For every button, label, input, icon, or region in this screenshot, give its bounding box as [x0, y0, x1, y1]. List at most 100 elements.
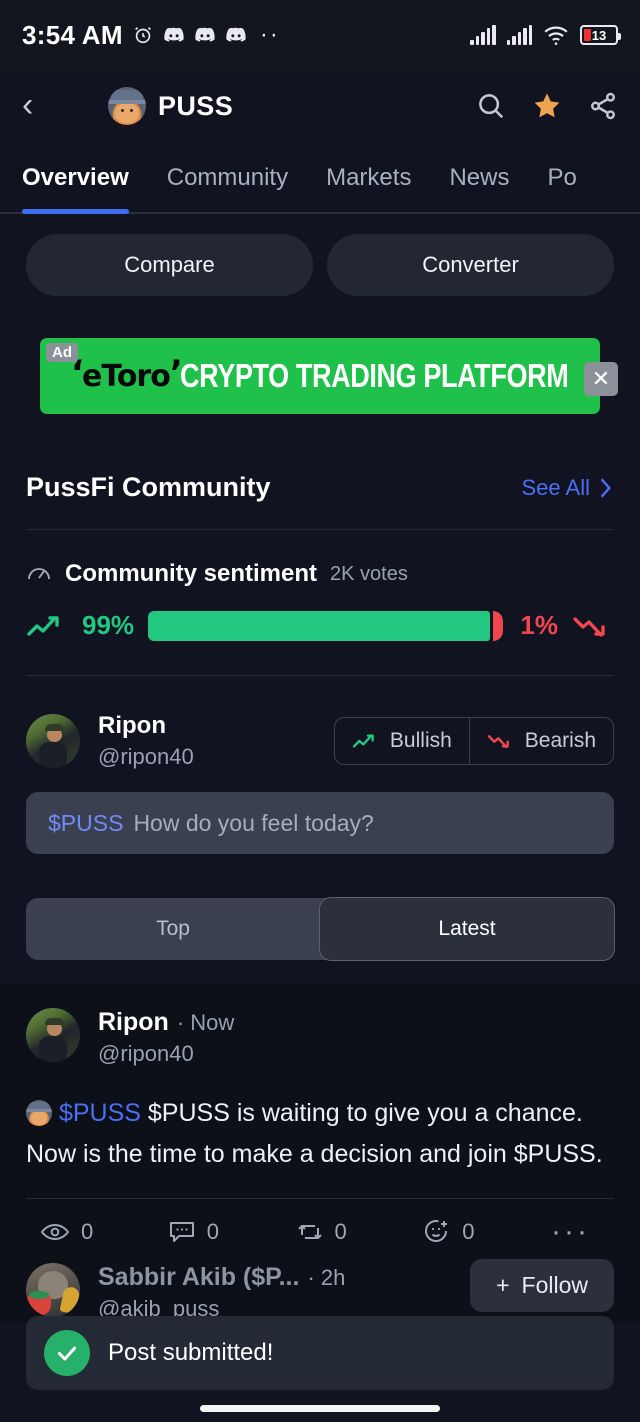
- converter-button[interactable]: Converter: [327, 234, 614, 296]
- app-header: ‹ PUSS: [0, 70, 640, 142]
- post-timestamp: · 2h: [307, 1265, 346, 1290]
- plus-icon: +: [496, 1272, 510, 1298]
- post-cashtag[interactable]: $PUSS: [59, 1099, 141, 1127]
- post-timestamp: · Now: [176, 1010, 235, 1035]
- back-button[interactable]: ‹: [22, 88, 56, 122]
- post-meta: Ripon · Now @ripon40: [98, 1008, 234, 1067]
- trend-down-icon: [487, 735, 509, 749]
- post-handle: @ripon40: [98, 1041, 194, 1066]
- see-all-label: See All: [521, 474, 591, 500]
- status-bar: 3:54 AM ·· 13: [0, 0, 640, 70]
- etoro-logo: eToro: [71, 353, 182, 394]
- sentiment-votes: 2K votes: [330, 562, 408, 585]
- post-author: Ripon: [98, 1008, 169, 1036]
- section-tabs: Overview Community Markets News Po: [0, 142, 640, 214]
- more-horizontal-icon[interactable]: ···: [551, 1217, 590, 1247]
- sentiment-title: Community sentiment: [65, 560, 318, 587]
- post-author-line: Sabbir Akib ($P... · 2h: [98, 1263, 345, 1292]
- see-all-link[interactable]: See All: [522, 475, 615, 501]
- add-reaction-icon: [425, 1219, 448, 1242]
- close-icon[interactable]: ✕: [584, 362, 618, 396]
- compose-user-row: Ripon @ripon40 Bullish Bearish: [0, 676, 640, 770]
- compose-placeholder: How do you feel today?: [133, 809, 374, 836]
- toast-message: Post submitted!: [108, 1339, 274, 1366]
- bearish-button[interactable]: Bearish: [468, 718, 613, 764]
- more-notifications-dots: ··: [259, 21, 280, 48]
- status-bar-left: 3:54 AM ··: [22, 20, 280, 51]
- post-author-line: Ripon · Now: [98, 1008, 234, 1037]
- header-actions: [476, 91, 618, 121]
- sentiment-vote-group: Bullish Bearish: [333, 717, 614, 765]
- comment-action[interactable]: 0: [168, 1219, 296, 1245]
- user-handle: @ripon40: [98, 744, 194, 769]
- ad-container: Ad eToro CRYPTO TRADING PLATFORM ✕: [40, 338, 618, 414]
- follow-label: Follow: [521, 1272, 588, 1298]
- ad-headline: CRYPTO TRADING PLATFORM: [179, 357, 569, 394]
- toast-notification: Post submitted!: [26, 1316, 614, 1390]
- signal-bars-icon: [506, 25, 532, 45]
- discord-icon: [163, 26, 185, 44]
- comment-icon: [169, 1222, 194, 1242]
- sentiment-header: Community sentiment 2K votes: [0, 530, 640, 588]
- avatar[interactable]: [26, 714, 80, 768]
- tab-portfolio[interactable]: Po: [547, 142, 576, 214]
- bearish-label: Bearish: [524, 729, 596, 752]
- tab-markets[interactable]: Markets: [326, 142, 411, 214]
- status-bar-right: 13: [470, 24, 621, 46]
- reaction-count: 0: [462, 1219, 475, 1244]
- user-name: Ripon: [98, 712, 166, 739]
- feed-post[interactable]: Ripon · Now @ripon40 $PUSS $PUSS is wait…: [0, 1008, 640, 1174]
- check-circle-icon: [44, 1330, 90, 1376]
- coin-title-group: PUSS: [108, 87, 233, 125]
- status-bar-clock: 3:54 AM: [22, 19, 123, 50]
- views-action[interactable]: 0: [40, 1219, 168, 1245]
- wifi-icon: [543, 24, 569, 46]
- page-title: PUSS: [158, 90, 234, 121]
- post-author: Sabbir Akib ($P...: [98, 1263, 300, 1291]
- post-header: Ripon · Now @ripon40: [26, 1008, 614, 1067]
- ad-banner[interactable]: Ad eToro CRYPTO TRADING PLATFORM: [40, 338, 600, 414]
- post-meta: Sabbir Akib ($P... · 2h @akib_puss: [98, 1263, 345, 1322]
- star-icon[interactable]: [532, 91, 562, 121]
- bearish-percent: 1%: [520, 610, 558, 640]
- bullish-label: Bullish: [389, 729, 452, 752]
- community-section-header: PussFi Community See All: [0, 414, 640, 503]
- feed-filter-top[interactable]: Top: [26, 898, 320, 960]
- signal-bars-icon: [470, 25, 496, 45]
- discord-icon: [225, 26, 247, 44]
- eye-icon: [40, 1223, 70, 1241]
- feed-filter-latest[interactable]: Latest: [319, 897, 615, 961]
- follow-button[interactable]: + Follow: [470, 1259, 614, 1312]
- sentiment-bar[interactable]: [148, 610, 506, 641]
- tab-news[interactable]: News: [449, 142, 509, 214]
- bullish-button[interactable]: Bullish: [335, 718, 469, 764]
- tab-overview[interactable]: Overview: [22, 142, 129, 214]
- battery-icon: 13: [580, 25, 621, 45]
- compose-cashtag: $PUSS: [48, 809, 124, 836]
- tab-community[interactable]: Community: [167, 142, 288, 214]
- search-icon[interactable]: [476, 91, 506, 121]
- feed-list: Ripon · Now @ripon40 $PUSS $PUSS is wait…: [0, 984, 640, 1322]
- share-nodes-icon[interactable]: [588, 91, 618, 121]
- gauge-icon: [28, 568, 50, 580]
- views-count: 0: [81, 1219, 94, 1244]
- add-reaction-action[interactable]: 0: [423, 1219, 551, 1245]
- feed-post[interactable]: Sabbir Akib ($P... · 2h @akib_puss + Fol…: [0, 1245, 640, 1322]
- compose-input[interactable]: $PUSS How do you feel today?: [26, 792, 614, 854]
- avatar[interactable]: [26, 1263, 80, 1317]
- avatar[interactable]: [26, 1008, 80, 1062]
- trend-up-icon: [27, 615, 59, 636]
- discord-icon: [194, 26, 216, 44]
- comment-count: 0: [206, 1219, 219, 1244]
- compare-button[interactable]: Compare: [26, 234, 313, 296]
- home-gesture-bar[interactable]: [200, 1405, 440, 1412]
- repost-action[interactable]: 0: [296, 1219, 424, 1245]
- quick-actions-row: Compare Converter: [0, 214, 640, 296]
- bearish-bar: [492, 610, 503, 641]
- chevron-right-icon: [600, 477, 611, 498]
- puss-cat-hat-avatar: [108, 87, 146, 125]
- bullish-bar: [148, 610, 490, 641]
- battery-percent: 13: [591, 27, 607, 43]
- post-body: $PUSS $PUSS is waiting to give you a cha…: [26, 1093, 614, 1174]
- feed-filter-segmented: Top Latest: [26, 897, 615, 961]
